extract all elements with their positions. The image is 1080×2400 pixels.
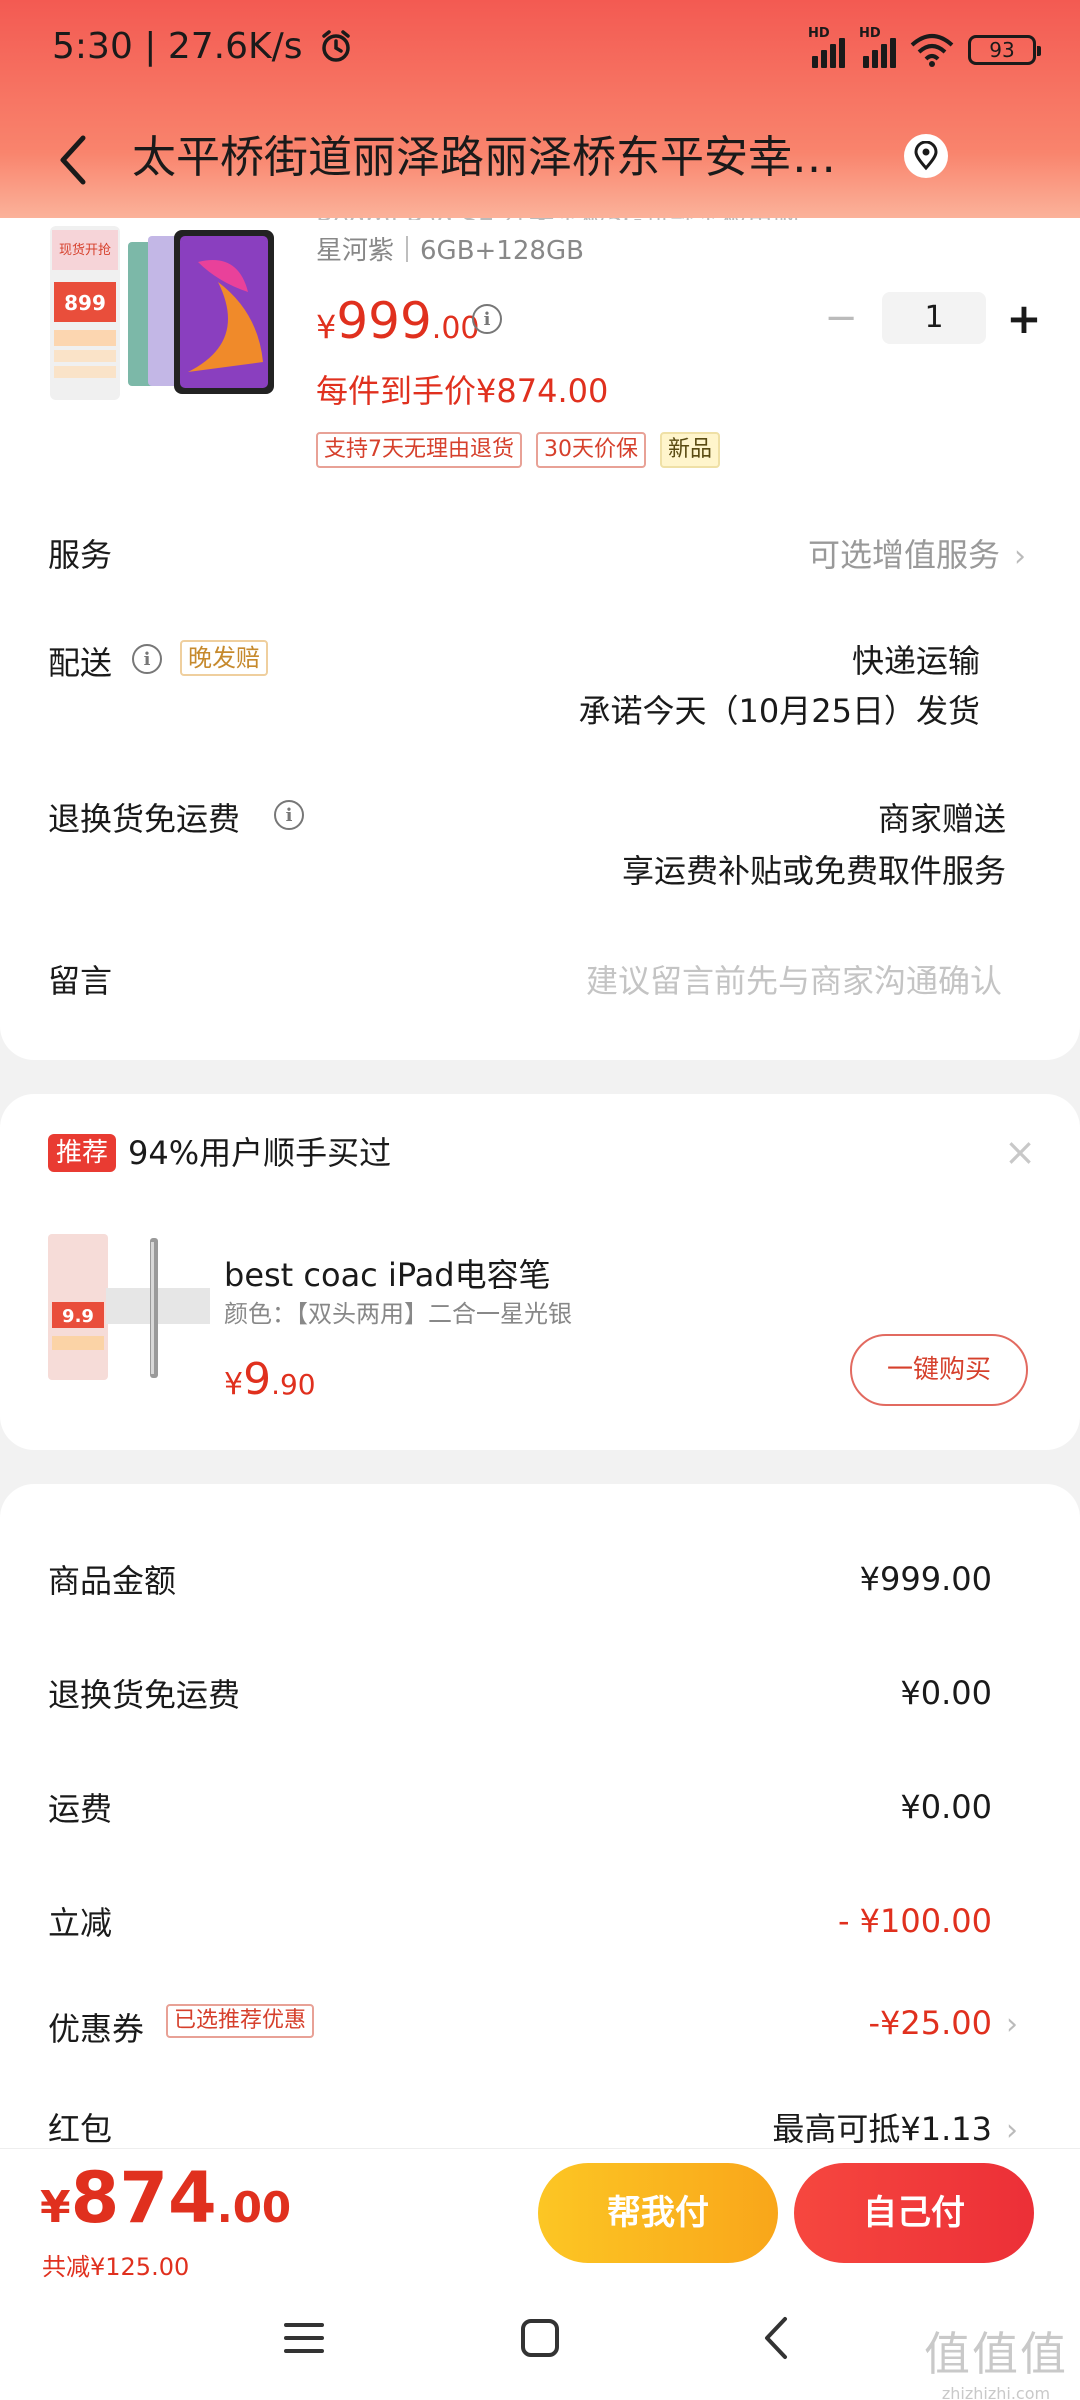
quantity-stepper: − 1 +: [820, 292, 1044, 344]
total-int: 874: [70, 2157, 217, 2239]
chevron-right-icon: ›: [1006, 2007, 1018, 2042]
coupon-value: -¥25.00: [868, 2004, 992, 2042]
delivery-method[interactable]: 快递运输: [852, 636, 980, 682]
one-click-buy-button[interactable]: 一键购买: [850, 1334, 1028, 1406]
recommend-item-name: best coac iPad电容笔: [224, 1256, 551, 1294]
status-time: 5:30 | 27.6K/s: [52, 26, 354, 67]
total-price: ¥874.00: [40, 2157, 292, 2239]
home-button[interactable]: [510, 2308, 570, 2368]
net-speed: 27.6K/s: [167, 26, 303, 67]
promo-price-text: 899: [64, 291, 106, 315]
chevron-right-icon: ›: [1014, 539, 1026, 574]
back-button[interactable]: [42, 124, 102, 196]
service-row[interactable]: 可选增值服务 ›: [808, 530, 1026, 576]
total-saved: 共减¥125.00: [42, 2253, 190, 2281]
recommend-item-color: 颜色：【双头两用】二合一星光银: [224, 1300, 572, 1328]
checkout-bar: ¥874.00 共减¥125.00 帮我付 自己付: [0, 2148, 1080, 2281]
shipping-label: 运费: [48, 1790, 113, 1828]
system-navigation: [0, 2278, 1080, 2400]
currency-symbol: ¥: [316, 308, 337, 346]
recommendation-card: 推荐 94%用户顺手买过 × 9.9 best coac iPad电容笔 颜色：…: [0, 1094, 1080, 1450]
promo-label-text: 现货开抢: [59, 242, 111, 258]
product-tags: 支持7天无理由退货 30天价保 新品: [316, 432, 721, 468]
price-summary-card: 商品金额 ¥999.00 退换货免运费 ¥0.00 运费 ¥0.00 立减 - …: [0, 1484, 1080, 2254]
wifi-icon: [910, 34, 954, 67]
per-item-price: 每件到手价¥874.00: [316, 372, 609, 410]
pay-myself-button[interactable]: 自己付: [794, 2163, 1034, 2263]
recommend-badge: 推荐: [48, 1134, 117, 1172]
delivery-label: 配送: [48, 644, 113, 682]
return-info-icon[interactable]: i: [274, 800, 304, 830]
return-fee-label: 退换货免运费: [48, 1676, 241, 1714]
red-packet-label: 红包: [48, 2110, 113, 2148]
total-dec: .00: [216, 2183, 292, 2232]
signal-icon-2: HD: [859, 26, 896, 68]
return-fee-value: ¥0.00: [900, 1674, 992, 1712]
status-bar: 5:30 | 27.6K/s HD HD 93: [0, 0, 1080, 100]
recommend-price: ¥9.90: [224, 1354, 316, 1405]
system-back-button[interactable]: [746, 2308, 806, 2368]
menu-icon: [284, 2323, 324, 2353]
quantity-input[interactable]: 1: [882, 292, 986, 344]
watermark: 值值值 zhizhizhi.com: [924, 2318, 1068, 2400]
alarm-icon: [322, 30, 350, 62]
tag-price-protect: 30天价保: [536, 432, 646, 468]
battery-icon: 93: [968, 35, 1041, 65]
close-icon[interactable]: ×: [1004, 1130, 1036, 1174]
tag-new: 新品: [660, 432, 721, 468]
coupon-label: 优惠券: [48, 2010, 145, 2048]
top-header: 5:30 | 27.6K/s HD HD 93 太平桥街道丽泽路丽泽桥东平安幸…: [0, 0, 1080, 218]
address-title[interactable]: 太平桥街道丽泽路丽泽桥东平安幸…: [132, 126, 892, 190]
stylus-price-tag: 9.9: [62, 1306, 94, 1327]
menu-button[interactable]: [274, 2308, 334, 2368]
watermark-text: 值值值: [924, 2327, 1068, 2381]
delivery-info-icon[interactable]: i: [132, 644, 162, 674]
battery-level: 93: [989, 38, 1015, 62]
return-label: 退换货免运费: [48, 800, 241, 838]
discount-value: - ¥100.00: [837, 1902, 992, 1940]
location-pin-icon: [914, 141, 938, 171]
signal-icon: HD: [808, 26, 845, 68]
product-price: ¥999.00: [316, 292, 480, 350]
discount-label: 立减: [48, 1904, 113, 1942]
order-item-card: Redmi Pad SE 红米平板5G新款平板电脑 现货开抢 899 星河紫｜6…: [0, 200, 1080, 1060]
message-input[interactable]: 建议留言前先与商家沟通确认: [586, 956, 1002, 1002]
late-compensation-badge: 晚发赔: [180, 640, 268, 676]
watermark-url: zhizhizhi.com: [941, 2384, 1051, 2400]
tag-return: 支持7天无理由退货: [316, 432, 522, 468]
nav-bar: 太平桥街道丽泽路丽泽桥东平安幸…: [0, 110, 1080, 210]
product-image[interactable]: 现货开抢 899: [48, 222, 278, 408]
service-label: 服务: [48, 536, 113, 574]
location-button[interactable]: [904, 134, 948, 178]
goods-amount-label: 商品金额: [48, 1562, 177, 1600]
delivery-promise: 承诺今天（10月25日）发货: [578, 692, 980, 730]
stylus-image[interactable]: 9.9: [46, 1232, 210, 1382]
clock-text: 5:30: [52, 26, 133, 67]
increase-button[interactable]: +: [1004, 294, 1044, 343]
decrease-button[interactable]: −: [820, 295, 862, 341]
recommend-title: 94%用户顺手买过: [128, 1134, 392, 1172]
coupon-row[interactable]: -¥25.00 ›: [868, 2004, 1018, 2042]
product-spec: 星河紫｜6GB+128GB: [316, 236, 584, 266]
coupon-selected-badge: 已选推荐优惠: [166, 2004, 315, 2038]
red-packet-row[interactable]: 最高可抵¥1.13 ›: [772, 2104, 1018, 2150]
service-value: 可选增值服务: [807, 536, 1000, 574]
red-packet-value: 最高可抵¥1.13: [772, 2110, 992, 2148]
price-int: 999: [336, 292, 432, 350]
price-info-icon[interactable]: i: [472, 304, 502, 334]
help-me-pay-button[interactable]: 帮我付: [538, 2163, 778, 2263]
chevron-right-icon: ›: [1006, 2113, 1018, 2148]
status-icons: HD HD 93: [808, 26, 1041, 72]
chevron-left-icon: [60, 135, 86, 185]
message-label: 留言: [48, 962, 113, 1000]
goods-amount-value: ¥999.00: [859, 1560, 992, 1598]
shipping-value: ¥0.00: [900, 1788, 992, 1826]
return-value-1: 商家赠送: [877, 800, 1006, 838]
return-value-2: 享运费补贴或免费取件服务: [621, 852, 1006, 890]
chevron-left-icon: [765, 2317, 787, 2359]
home-icon: [521, 2319, 559, 2357]
